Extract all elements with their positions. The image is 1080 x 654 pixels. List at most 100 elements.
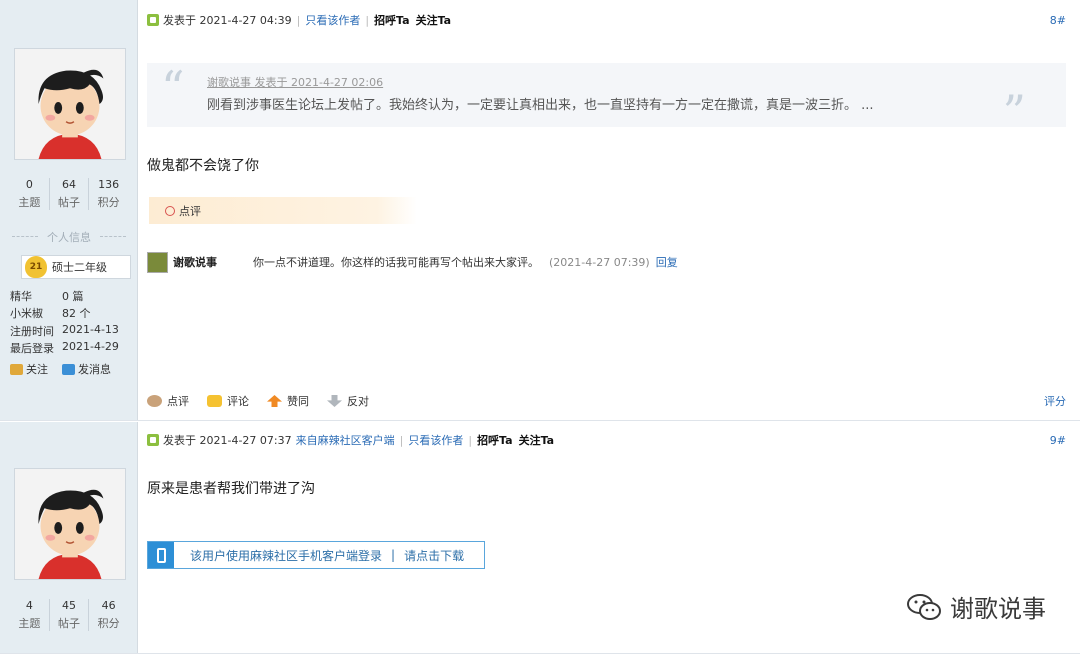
post-content: 发表于 2021-4-27 04:39 | 只看该作者 | 招呼Ta 关注Ta …	[139, 0, 1080, 420]
stat-points[interactable]: 46 积分	[89, 599, 128, 631]
post-header: 发表于 2021-4-27 07:37 来自麻辣社区客户端 | 只看该作者 | …	[147, 432, 1066, 448]
post-header: 发表于 2021-4-27 04:39 | 只看该作者 | 招呼Ta 关注Ta …	[147, 12, 1066, 28]
stat-posts[interactable]: 64 帖子	[50, 178, 90, 210]
reply-link[interactable]: 回复	[656, 254, 678, 270]
info-value: 82 个	[62, 307, 91, 320]
rank-level-icon: 21	[25, 256, 47, 278]
stat-label: 积分	[97, 617, 120, 630]
rate-comment-tag[interactable]: 点评	[149, 197, 417, 224]
commenter-avatar[interactable]	[147, 251, 168, 273]
quote-block: “ 谢歌说事 发表于 2021-4-27 02:06 刚看到涉事医生论坛上发帖了…	[147, 61, 1066, 135]
stat-label: 主题	[18, 617, 41, 630]
stat-num: 64	[62, 178, 76, 191]
side-actions: 关注 发消息	[10, 361, 134, 377]
personal-info-heading: 个人信息	[10, 229, 128, 245]
author-sidebar: 0 主题 64 帖子 136 积分 个人信息 21 硕士二年级 精华 0 篇 小…	[0, 0, 138, 420]
comment-row: 谢歌说事 你一点不讲道理。你这样的话我可能再写个帖出来大家评。 (2021-4-…	[147, 250, 1060, 274]
divider: |	[399, 433, 404, 447]
stat-topics[interactable]: 4 主题	[10, 599, 50, 631]
arrow-down-icon	[327, 395, 342, 407]
comment-bubble-icon	[147, 395, 162, 407]
envelope-icon	[62, 363, 75, 375]
stat-num: 0	[25, 178, 33, 191]
stat-label: 积分	[97, 196, 120, 209]
speech-bubble-icon	[207, 395, 222, 407]
stat-posts[interactable]: 45 帖子	[50, 599, 90, 631]
review-button[interactable]: 评论	[207, 393, 249, 409]
online-status-icon	[147, 14, 159, 26]
post-actions: 点评 评论 赞同 反对 评分	[147, 392, 1066, 410]
comment-time: (2021-4-27 07:39)	[549, 255, 650, 269]
message-label: 发消息	[78, 363, 111, 376]
send-message-button[interactable]: 发消息	[62, 361, 111, 377]
post-time: 发表于 2021-4-27 07:37	[163, 434, 292, 447]
info-row-pepper: 小米椒 82 个	[10, 305, 134, 321]
commenter-name[interactable]: 谢歌说事	[173, 254, 253, 270]
mobile-phone-icon	[148, 542, 174, 568]
source-link[interactable]: 来自麻辣社区客户端	[296, 432, 395, 448]
avatar-cartoon-boy-icon	[15, 469, 125, 579]
divider: |	[468, 433, 473, 447]
follow-author-link[interactable]: 关注Ta	[416, 12, 452, 28]
action-label: 评论	[227, 395, 249, 408]
oppose-button[interactable]: 反对	[327, 393, 369, 409]
avatar[interactable]	[14, 48, 126, 160]
score-button[interactable]: 评分	[1044, 393, 1066, 409]
author-stats: 0 主题 64 帖子 136 积分	[10, 178, 128, 210]
comment-text: 你一点不讲道理。你这样的话我可能再写个帖出来大家评。	[253, 256, 539, 269]
follow-label: 关注	[26, 363, 48, 376]
post-body: 原来是患者帮我们带进了沟	[147, 481, 315, 497]
post-body: 做鬼都不会饶了你	[147, 158, 259, 174]
rate-comment-button[interactable]: 点评	[147, 393, 189, 409]
follow-icon	[10, 363, 23, 375]
circle-icon	[165, 205, 175, 216]
open-quote-icon: “	[161, 61, 185, 115]
stat-num: 45	[62, 599, 76, 612]
app-banner-text: 该用户使用麻辣社区手机客户端登录	[190, 548, 383, 563]
stat-label: 主题	[18, 196, 41, 209]
stat-num: 136	[98, 178, 120, 191]
floor-number[interactable]: 8#	[1050, 14, 1066, 27]
info-key: 最后登录	[10, 342, 54, 355]
post-time: 发表于 2021-4-27 04:39	[163, 14, 292, 27]
action-label: 点评	[167, 395, 189, 408]
rank-title: 硕士二年级	[52, 261, 107, 274]
watermark: 谢歌说事	[906, 589, 1046, 624]
info-row-register: 注册时间 2021-4-13	[10, 323, 134, 339]
app-download-banner[interactable]: 该用户使用麻辣社区手机客户端登录 | 请点击下载	[147, 541, 485, 569]
stat-points[interactable]: 136 积分	[89, 178, 128, 210]
only-author-link[interactable]: 只看该作者	[305, 12, 360, 28]
watermark-text: 谢歌说事	[950, 595, 1046, 623]
info-row-last-login: 最后登录 2021-4-29	[10, 340, 134, 356]
arrow-up-icon	[267, 395, 282, 407]
follow-button[interactable]: 关注	[10, 361, 48, 377]
avatar[interactable]	[14, 468, 126, 580]
quote-author[interactable]: 谢歌说事 发表于 2021-4-27 02:06	[207, 74, 383, 90]
stat-topics[interactable]: 0 主题	[10, 178, 50, 210]
floor-number[interactable]: 9#	[1050, 434, 1066, 447]
divider: |	[365, 13, 370, 27]
divider: |	[391, 548, 396, 562]
info-value: 2021-4-29	[62, 340, 119, 353]
avatar-cartoon-boy-icon	[15, 49, 125, 159]
close-quote-icon: ”	[1002, 85, 1026, 139]
author-sidebar: 4 主题 45 帖子 46 积分	[0, 422, 138, 653]
stat-label: 帖子	[58, 196, 80, 209]
greet-link[interactable]: 招呼Ta	[374, 12, 410, 28]
divider: |	[296, 13, 301, 27]
action-label: 赞同	[287, 395, 309, 408]
quote-text: 刚看到涉事医生论坛上发帖了。我始终认为，一定要让真相出来，也一直坚持有一方一定在…	[207, 98, 874, 113]
follow-author-link[interactable]: 关注Ta	[519, 432, 555, 448]
info-value: 2021-4-13	[62, 323, 119, 336]
info-key: 小米椒	[10, 307, 43, 320]
wechat-icon	[907, 593, 941, 620]
post-floor-8: 0 主题 64 帖子 136 积分 个人信息 21 硕士二年级 精华 0 篇 小…	[0, 0, 1080, 421]
only-author-link[interactable]: 只看该作者	[408, 432, 463, 448]
upvote-button[interactable]: 赞同	[267, 393, 309, 409]
stat-num: 4	[25, 599, 33, 612]
info-key: 精华	[10, 290, 32, 303]
download-link[interactable]: 请点击下载	[404, 547, 464, 564]
greet-link[interactable]: 招呼Ta	[477, 432, 513, 448]
info-row-essence: 精华 0 篇	[10, 288, 134, 304]
stat-label: 帖子	[58, 617, 80, 630]
